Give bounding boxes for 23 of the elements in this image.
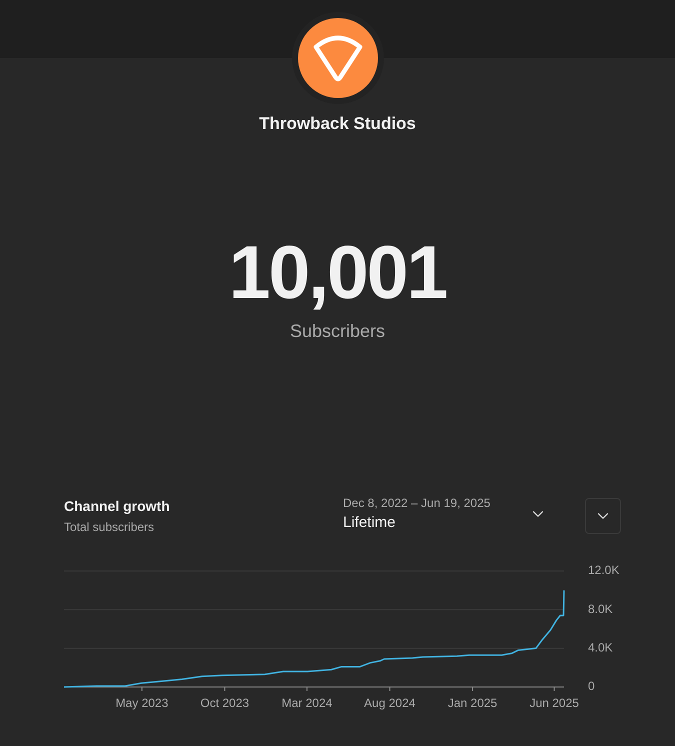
axis-label: 8.0K xyxy=(588,602,613,616)
tick-mark xyxy=(472,686,474,692)
subscriber-count: 10,001 xyxy=(228,235,446,310)
axis-label: May 2023 xyxy=(116,696,168,710)
period-dropdown[interactable]: Dec 8, 2022 – Jun 19, 2025 Lifetime xyxy=(343,494,547,534)
axis-label: Mar 2024 xyxy=(282,696,332,710)
channel-name: Throwback Studios xyxy=(259,113,416,135)
tick-mark xyxy=(389,686,390,692)
tick-mark xyxy=(306,686,308,692)
subscriber-label: Subscribers xyxy=(290,320,386,343)
axis-label: 12.0K xyxy=(588,563,620,578)
tick-mark xyxy=(224,686,226,692)
axis-label: Aug 2024 xyxy=(364,696,416,710)
axis-label: Oct 2023 xyxy=(200,696,250,710)
axis-label: 4.0K xyxy=(588,640,613,654)
axis-label: Jun 2025 xyxy=(530,696,579,710)
section-title: Channel growth xyxy=(64,497,170,515)
tick-mark xyxy=(554,686,555,692)
axis-label: 0 xyxy=(588,679,595,694)
section-subtitle: Total subscribers xyxy=(64,519,154,535)
tick-mark xyxy=(141,686,142,692)
axis-label: Jan 2025 xyxy=(448,696,498,710)
expand-button[interactable] xyxy=(585,498,621,534)
